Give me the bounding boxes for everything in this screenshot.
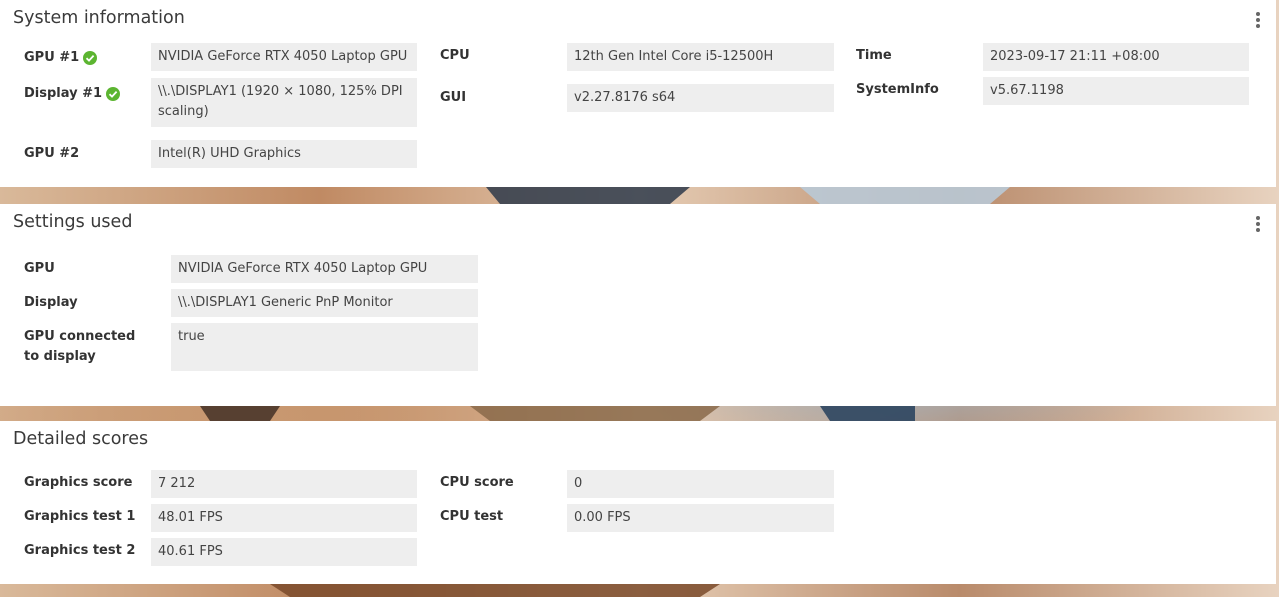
cpu-test-value: 0.00 FPS — [567, 504, 834, 532]
cpu-score-value: 0 — [567, 470, 834, 498]
gpu2-value: Intel(R) UHD Graphics — [151, 140, 417, 168]
cpu-score-label: CPU score — [440, 475, 514, 490]
system-information-panel: System information GPU #1 NVIDIA GeForce… — [0, 0, 1276, 187]
gpu1-value: NVIDIA GeForce RTX 4050 Laptop GPU — [151, 43, 417, 71]
time-value: 2023-09-17 21:11 +08:00 — [983, 43, 1249, 71]
graphics-score-value: 7 212 — [151, 470, 417, 498]
more-options-icon[interactable] — [1254, 12, 1262, 28]
cpu-test-label: CPU test — [440, 509, 504, 524]
gpu-connected-value: true — [171, 323, 478, 371]
settings-display-label: Display — [24, 295, 78, 310]
systeminfo-label: SystemInfo — [856, 82, 939, 97]
cpu-label: CPU — [440, 48, 470, 63]
graphics-score-label: Graphics score — [24, 475, 133, 490]
time-label: Time — [856, 48, 892, 63]
panel-title: Settings used — [13, 212, 133, 232]
detailed-scores-panel: Detailed scores Graphics score 7 212 Gra… — [0, 421, 1276, 584]
graphics-test1-value: 48.01 FPS — [151, 504, 417, 532]
settings-display-value: \\.\DISPLAY1 Generic PnP Monitor — [171, 289, 478, 317]
graphics-test1-label: Graphics test 1 — [24, 509, 136, 524]
systeminfo-value: v5.67.1198 — [983, 77, 1249, 105]
settings-gpu-label: GPU — [24, 261, 55, 276]
graphics-test2-value: 40.61 FPS — [151, 538, 417, 566]
check-circle-icon — [106, 87, 121, 101]
gui-label: GUI — [440, 90, 467, 105]
graphics-test2-label: Graphics test 2 — [24, 543, 136, 558]
panel-title: Detailed scores — [13, 429, 149, 449]
more-options-icon[interactable] — [1254, 216, 1262, 232]
settings-used-panel: Settings used GPU NVIDIA GeForce RTX 405… — [0, 204, 1276, 406]
settings-gpu-value: NVIDIA GeForce RTX 4050 Laptop GPU — [171, 255, 478, 283]
cpu-value: 12th Gen Intel Core i5-12500H — [567, 43, 834, 71]
gpu-connected-label: GPU connected to display — [24, 329, 136, 364]
gui-value: v2.27.8176 s64 — [567, 84, 834, 112]
check-circle-icon — [83, 51, 98, 65]
display1-value: \\.\DISPLAY1 (1920 × 1080, 125% DPI scal… — [151, 78, 417, 127]
gpu1-label: GPU #1 — [24, 48, 98, 68]
gpu2-label: GPU #2 — [24, 146, 80, 161]
display1-label: Display #1 — [24, 84, 121, 104]
panel-title: System information — [13, 8, 185, 28]
